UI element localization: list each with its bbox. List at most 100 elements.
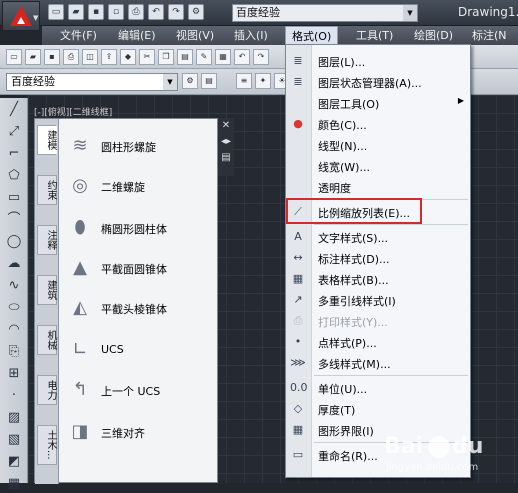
workspace-gear-icon[interactable]: ⚙ — [188, 4, 204, 20]
format-menu-item[interactable]: ↗ 多重引线样式(I) — [286, 290, 470, 310]
format-menu-item-label: 图形界限(I) — [318, 425, 374, 438]
palette-tab-civil[interactable]: 土木... — [37, 425, 57, 465]
hatch-icon[interactable]: ▨ — [5, 409, 23, 427]
menu-dimension[interactable]: 标注(N — [466, 26, 513, 45]
block-editor-icon[interactable]: ▦ — [215, 49, 231, 65]
circle-icon[interactable]: ◯ — [5, 233, 23, 251]
close-icon[interactable]: ✕ — [218, 118, 234, 134]
application-menu-button[interactable]: ▼ — [2, 1, 40, 31]
format-menu-dropdown: ≣ 图层(L)... ≣ 图层状态管理器(A)... 图层工具(O) ▶ ● 颜色(C)...… — [285, 44, 471, 478]
palette-item-label: 平截面圆锥体 — [101, 263, 167, 276]
menu-view[interactable]: 视图(V) — [170, 26, 220, 45]
point-icon[interactable]: · — [5, 387, 23, 405]
line-icon[interactable]: ╱ — [5, 101, 23, 119]
redo-icon[interactable]: ↷ — [253, 49, 269, 65]
region-icon[interactable]: ◩ — [5, 453, 23, 471]
ellipse-arc-icon[interactable]: ◠ — [5, 321, 23, 339]
gradient-icon[interactable]: ▧ — [5, 431, 23, 449]
palette-item-helix[interactable]: ≋ 圆柱形螺旋 — [65, 129, 201, 163]
palette-tab-modeling[interactable]: 建模 — [37, 125, 57, 155]
format-menu-item[interactable]: • 点样式(P)... — [286, 332, 470, 352]
format-menu-item[interactable]: ≣ 图层状态管理器(A)... — [286, 72, 470, 92]
style-settings-icon[interactable]: ⚙ — [182, 73, 198, 89]
menu-file[interactable]: 文件(F) — [54, 26, 103, 45]
palette-item-label: 二维螺旋 — [101, 181, 145, 194]
construction-line-icon[interactable]: ⤢ — [5, 123, 23, 141]
format-menu-item[interactable]: 图层工具(O) ▶ — [286, 93, 470, 113]
layer-properties-icon[interactable]: ≡ — [236, 73, 252, 89]
viewport-label[interactable]: [-][俯视][二维线框] — [34, 105, 112, 118]
make-block-icon[interactable]: ⊞ — [5, 365, 23, 383]
copy-icon[interactable]: ❐ — [158, 49, 174, 65]
preview-icon[interactable]: ◫ — [82, 49, 98, 65]
menu-edit[interactable]: 编辑(E) — [112, 26, 162, 45]
palette-tab-constraints[interactable]: 约束 — [37, 175, 57, 205]
new-icon[interactable]: ▭ — [6, 49, 22, 65]
format-menu-item-label: 文字样式(S)... — [318, 232, 389, 245]
undo-icon[interactable]: ↶ — [148, 4, 164, 20]
cut-icon[interactable]: ✂ — [139, 49, 155, 65]
format-menu-item[interactable]: ⋙ 多线样式(M)... — [286, 353, 470, 373]
format-menu-item[interactable]: 线型(N)... — [286, 135, 470, 155]
open-icon[interactable]: ▰ — [25, 49, 41, 65]
menu-draw[interactable]: 绘图(D) — [408, 26, 459, 45]
table-icon[interactable]: ▦ — [5, 475, 23, 493]
format-menu-item[interactable]: ≣ 图层(L)... — [286, 51, 470, 71]
rectangle-icon[interactable]: ▭ — [5, 189, 23, 207]
revision-cloud-icon[interactable]: ☁ — [5, 255, 23, 273]
format-menu-item-label: 图层工具(O) — [318, 98, 380, 111]
format-menu-item-label: 厚度(T) — [318, 404, 356, 417]
menu-tools[interactable]: 工具(T) — [350, 26, 399, 45]
format-menu-item[interactable]: ▦ 表格样式(B)... — [286, 269, 470, 289]
print-icon[interactable]: ⎙ — [128, 4, 144, 20]
lightbulb-icon[interactable]: ✦ — [255, 73, 271, 89]
palette-item-3d-align[interactable]: ◨ 三维对齐 — [65, 415, 201, 449]
redo-icon[interactable]: ↷ — [168, 4, 184, 20]
format-menu-item[interactable]: ● 颜色(C)... — [286, 114, 470, 134]
open-file-icon[interactable]: ▰ — [68, 4, 84, 20]
workspace-select[interactable]: 百度经验 ▼ — [232, 4, 418, 22]
print-icon[interactable]: ⎙ — [63, 49, 79, 65]
format-menu-item[interactable]: ◇ 厚度(T) — [286, 399, 470, 419]
palette-item-frustum-cone[interactable]: ▲ 平截面圆锥体 — [65, 251, 201, 285]
polygon-icon[interactable]: ⬠ — [5, 167, 23, 185]
format-menu-item[interactable]: 透明度 — [286, 177, 470, 197]
format-menu-item[interactable]: 线宽(W)... — [286, 156, 470, 176]
format-menu-item[interactable]: ↔ 标注样式(D)... — [286, 248, 470, 268]
format-menu-item[interactable]: A 文字样式(S)... — [286, 227, 470, 247]
match-properties-icon[interactable]: ✎ — [196, 49, 212, 65]
thickness-icon: ◇ — [293, 402, 303, 415]
palette-item-previous-ucs[interactable]: ↰ 上一个 UCS — [65, 373, 201, 407]
arc-icon[interactable]: ⌒ — [5, 211, 23, 229]
spline-icon[interactable]: ∿ — [5, 277, 23, 295]
text-style-select[interactable]: 百度经验 ▼ — [6, 73, 178, 91]
3d-dwf-icon[interactable]: ◆ — [120, 49, 136, 65]
palette-item-spiral[interactable]: ◎ 二维螺旋 — [65, 169, 201, 203]
palette-tab-architectural[interactable]: 建筑 — [37, 275, 57, 305]
menu-insert[interactable]: 插入(I) — [228, 26, 274, 45]
paste-icon[interactable]: ▤ — [177, 49, 193, 65]
undo-icon[interactable]: ↶ — [234, 49, 250, 65]
save-icon[interactable]: ▪ — [88, 4, 104, 20]
highlight-box — [286, 198, 422, 224]
palette-properties-icon[interactable]: ▤ — [218, 150, 234, 166]
palette-tab-mechanical[interactable]: 机械 — [37, 325, 57, 355]
format-menu-item[interactable]: 0.0 单位(U)... — [286, 378, 470, 398]
mleader-style-icon: ↗ — [293, 293, 303, 306]
save-icon[interactable]: ▪ — [44, 49, 60, 65]
auto-hide-icon[interactable]: ◂▸ — [218, 134, 234, 150]
palette-tab-annotation[interactable]: 注释 — [37, 225, 57, 255]
save-as-icon[interactable]: ▫ — [108, 4, 124, 20]
palette-tab-electrical[interactable]: 电力 — [37, 375, 57, 405]
format-menu-item-label: 图层(L)... — [318, 56, 366, 69]
polyline-icon[interactable]: ⌐ — [5, 145, 23, 163]
menu-format[interactable]: 格式(O) — [285, 26, 339, 45]
new-file-icon[interactable]: ▭ — [48, 4, 64, 20]
insert-block-icon[interactable]: ⎘ — [5, 343, 23, 361]
layer-manager-icon[interactable]: ▤ — [201, 73, 217, 89]
palette-item-elliptical-cylinder[interactable]: ⬮ 椭圆形圆柱体 — [65, 211, 201, 245]
palette-item-frustum-pyramid[interactable]: ◭ 平截头棱锥体 — [65, 291, 201, 325]
ellipse-icon[interactable]: ⬭ — [5, 299, 23, 317]
palette-item-ucs[interactable]: ∟ UCS — [65, 333, 201, 367]
publish-icon[interactable]: ⇪ — [101, 49, 117, 65]
